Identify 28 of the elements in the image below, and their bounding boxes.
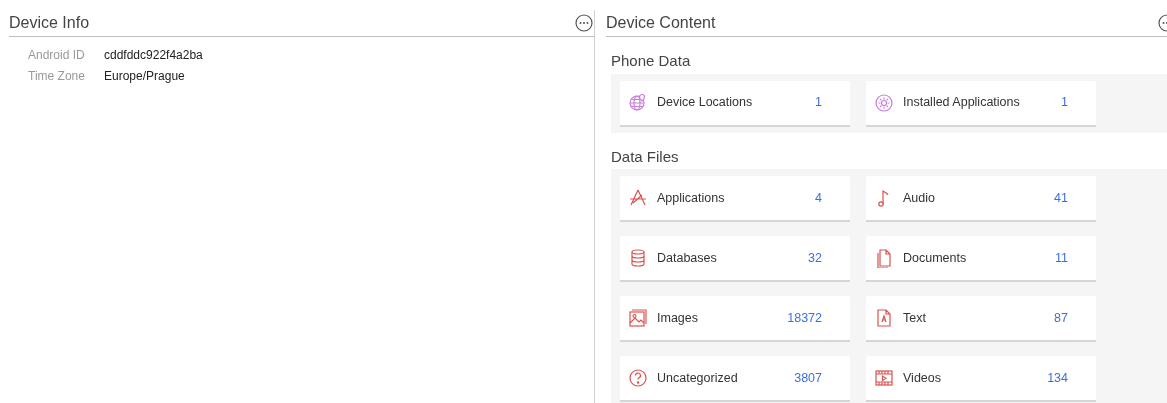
category-tile[interactable]: Databases 32 <box>620 236 850 282</box>
field-value: Europe/Prague <box>104 68 185 85</box>
question-icon <box>628 368 648 388</box>
text-file-icon <box>874 308 894 328</box>
category-tile[interactable]: Images 18372 <box>620 296 850 342</box>
panel-title: Device Content <box>606 13 716 33</box>
category-tile[interactable]: Text 87 <box>866 296 1096 342</box>
image-icon <box>628 308 648 328</box>
globe-pin-icon <box>628 92 648 113</box>
category-tile[interactable]: Uncategorized 3807 <box>620 356 850 402</box>
category-tile[interactable]: Installed Applications 1 <box>866 80 1096 127</box>
category-tile[interactable]: Videos 134 <box>866 356 1096 402</box>
category-tile[interactable]: Applications 4 <box>620 176 850 222</box>
field-value: cddfddc922f4a2ba <box>104 47 203 64</box>
category-tile[interactable]: Audio 41 <box>866 176 1096 222</box>
more-icon[interactable] <box>575 14 593 32</box>
section-title: Phone Data <box>611 51 692 71</box>
letter-a-tool-icon <box>628 188 648 208</box>
document-icon <box>874 248 894 268</box>
category-tile[interactable]: Documents 11 <box>866 236 1096 282</box>
film-icon <box>874 368 894 388</box>
panel-title: Device Info <box>9 13 90 33</box>
field-label: Android ID <box>28 47 86 64</box>
section-title: Data Files <box>611 146 680 167</box>
field-label: Time Zone <box>28 68 86 85</box>
database-icon <box>628 248 648 268</box>
category-tile[interactable]: Device Locations 1 <box>620 80 850 127</box>
gear-icon <box>874 92 894 113</box>
